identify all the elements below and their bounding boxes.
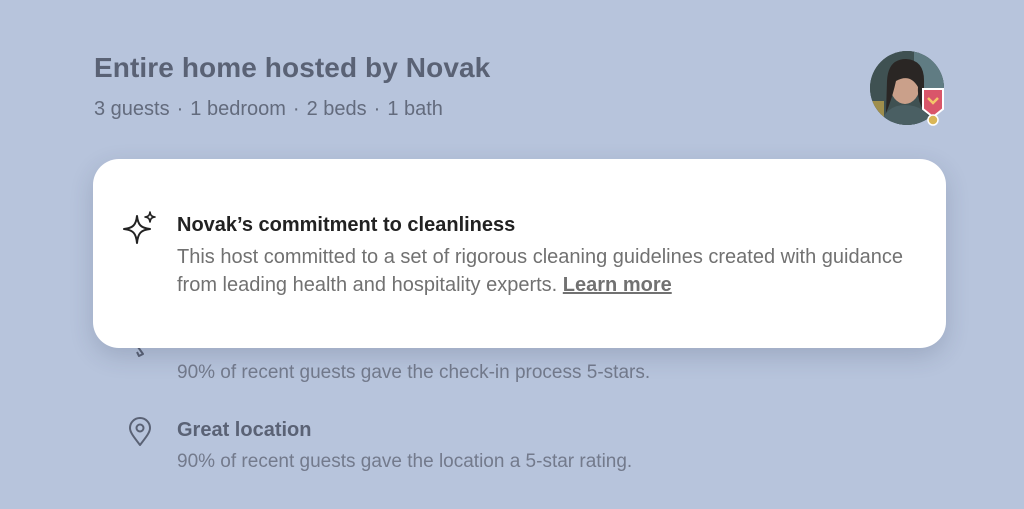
listing-title: Entire home hosted by Novak	[94, 52, 491, 83]
highlight-description: 90% of recent guests gave the check-in p…	[177, 362, 651, 383]
separator: ·	[176, 98, 184, 120]
card-body: This host committed to a set of rigorous…	[177, 243, 917, 299]
listing-details: 3 guests · 1 bedroom · 2 beds · 1 bath	[94, 98, 443, 121]
beds-count: 2 beds	[306, 98, 367, 120]
baths-count: 1 bath	[387, 98, 443, 120]
bedrooms-count: 1 bedroom	[190, 98, 286, 120]
separator: ·	[292, 98, 300, 120]
highlight-location: Great location 90% of recent guests gave…	[125, 417, 925, 477]
learn-more-link[interactable]: Learn more	[563, 274, 672, 296]
card-description: This host committed to a set of rigorous…	[177, 246, 903, 296]
separator: ·	[373, 98, 381, 120]
card-title: Novak’s commitment to cleanliness	[177, 214, 516, 236]
location-pin-icon	[129, 417, 151, 446]
superhost-badge-icon	[922, 88, 944, 126]
sparkle-icon	[123, 211, 156, 244]
highlight-title: Great location	[177, 419, 312, 441]
guests-count: 3 guests	[94, 98, 170, 120]
cleanliness-card: Novak’s commitment to cleanliness This h…	[93, 159, 946, 348]
highlight-description: 90% of recent guests gave the location a…	[177, 451, 633, 472]
